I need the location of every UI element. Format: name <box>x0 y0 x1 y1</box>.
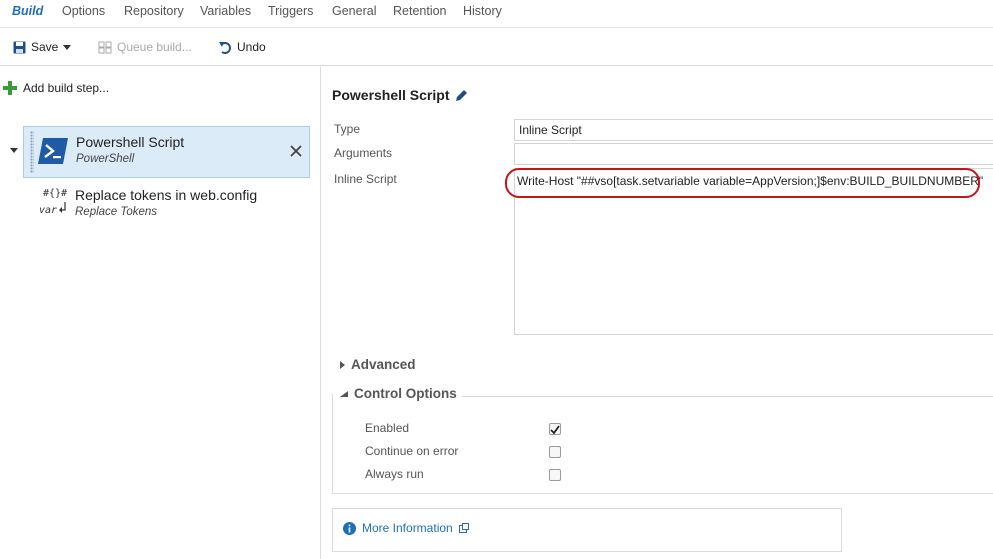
highlight-annotation <box>505 168 980 198</box>
collapse-caret-icon[interactable] <box>10 148 18 153</box>
replace-tokens-icon: #{}# <box>43 188 68 199</box>
chevron-down-icon <box>63 44 72 50</box>
tab-variables[interactable]: Variables <box>200 4 251 18</box>
undo-label: Undo <box>237 40 266 54</box>
queue-build-icon <box>98 41 112 53</box>
continue-on-error-label: Continue on error <box>365 444 459 458</box>
top-tab-bar: Build Options Repository Variables Trigg… <box>0 0 993 28</box>
powershell-icon <box>38 138 68 164</box>
add-build-step-button[interactable]: Add build step... <box>3 81 109 95</box>
plus-icon <box>3 81 17 95</box>
toolbar: Save Queue build... Undo <box>0 28 993 66</box>
task-title: Powershell Script <box>76 134 185 150</box>
enabled-label: Enabled <box>365 421 410 435</box>
type-label: Type <box>334 122 361 136</box>
task-subtitle: Replace Tokens <box>75 206 158 218</box>
type-select[interactable]: Inline Script <box>514 119 993 141</box>
page-title: Powershell Script <box>332 87 468 103</box>
tab-general[interactable]: General <box>332 4 376 18</box>
advanced-label: Advanced <box>351 357 416 372</box>
task-title: Replace tokens in web.config <box>75 187 258 203</box>
drag-handle-icon[interactable] <box>30 131 34 173</box>
arguments-field[interactable] <box>514 143 993 165</box>
task-item-powershell[interactable]: Powershell Script PowerShell <box>23 126 310 178</box>
tab-options[interactable]: Options <box>62 4 105 18</box>
more-information-link[interactable]: More Information <box>343 521 469 535</box>
close-icon[interactable] <box>290 145 302 157</box>
chevron-right-icon <box>340 360 345 369</box>
build-steps-pane: Add build step... Powershell Script Powe… <box>0 67 321 559</box>
save-icon <box>13 41 26 53</box>
advanced-section-toggle[interactable]: Advanced <box>340 357 416 372</box>
save-label: Save <box>31 40 59 54</box>
arguments-label: Arguments <box>334 146 393 160</box>
control-options-box: Enabled Continue on error Always run <box>332 394 993 494</box>
queue-build-label: Queue build... <box>117 40 192 54</box>
more-information-label: More Information <box>362 521 453 535</box>
inline-script-label: Inline Script <box>334 172 397 186</box>
enabled-checkbox[interactable] <box>549 423 561 435</box>
tab-repository[interactable]: Repository <box>124 4 184 18</box>
save-button[interactable]: Save <box>13 40 72 54</box>
continue-on-error-checkbox[interactable] <box>549 446 561 458</box>
undo-button[interactable]: Undo <box>218 40 266 54</box>
pencil-icon[interactable] <box>455 89 468 102</box>
add-build-step-label: Add build step... <box>23 81 110 95</box>
tab-history[interactable]: History <box>463 4 502 18</box>
tab-retention[interactable]: Retention <box>393 4 447 18</box>
return-arrow-icon <box>59 202 66 213</box>
tab-triggers[interactable]: Triggers <box>268 4 313 18</box>
task-detail-pane: Powershell Script Type Inline Script Arg… <box>322 67 993 559</box>
var-icon: var <box>39 205 58 216</box>
external-link-icon <box>458 523 469 533</box>
more-info-box: More Information <box>332 508 842 552</box>
task-heading: Powershell Script <box>332 87 450 103</box>
task-item-replace-tokens[interactable]: #{}# var Replace tokens in web.config Re… <box>23 180 310 232</box>
task-subtitle: PowerShell <box>76 153 135 165</box>
info-icon <box>343 521 356 535</box>
always-run-label: Always run <box>365 467 424 481</box>
undo-icon <box>219 41 231 54</box>
always-run-checkbox[interactable] <box>549 469 561 481</box>
checkmark-icon <box>550 425 560 435</box>
queue-build-button[interactable]: Queue build... <box>98 40 192 54</box>
tab-build[interactable]: Build <box>12 4 43 18</box>
